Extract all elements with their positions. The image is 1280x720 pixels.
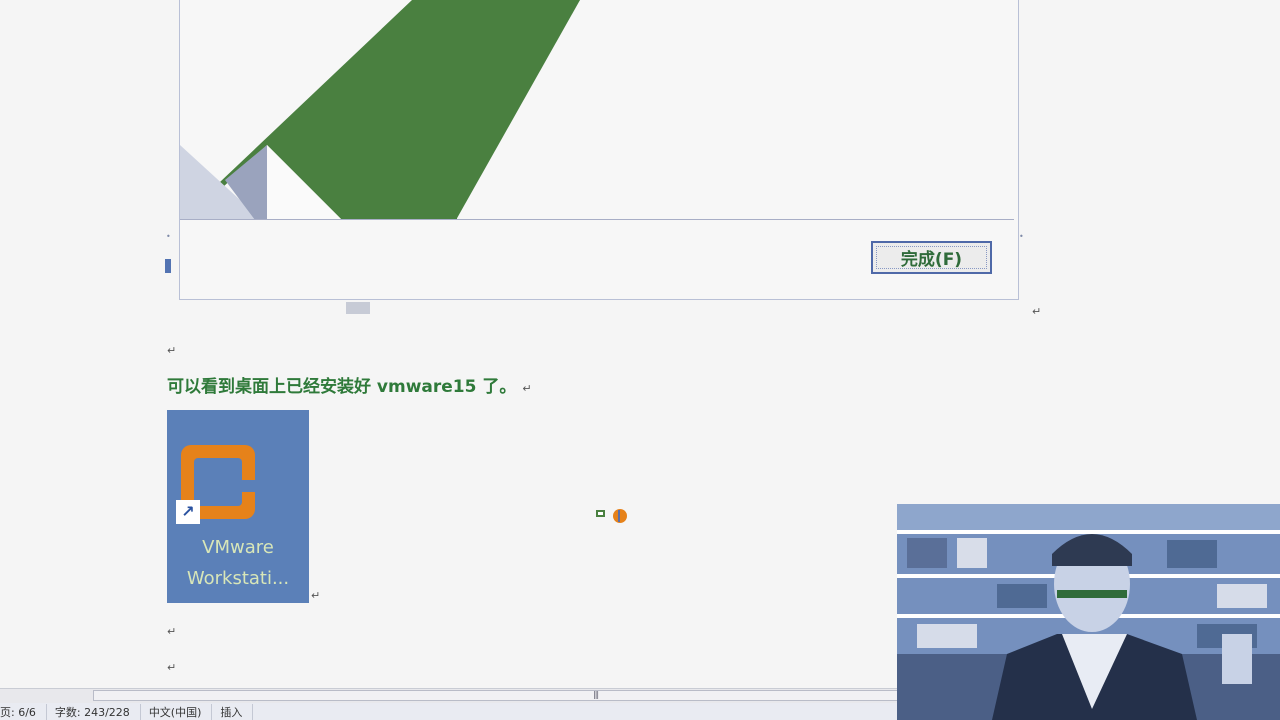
finish-button[interactable]: 完成(F)	[871, 241, 992, 274]
horizontal-scrollbar[interactable]: |||	[0, 688, 900, 703]
scrollbar-grip-icon: |||	[593, 690, 599, 699]
status-language[interactable]: 中文(中国)	[149, 703, 213, 720]
installer-divider	[180, 219, 1014, 220]
presenter-video	[897, 504, 1280, 720]
input-method-icon[interactable]	[595, 508, 631, 526]
webcam-overlay	[897, 504, 1280, 720]
paragraph-mark: ↵	[167, 661, 177, 674]
desktop-icon-label-line1: VMware	[202, 537, 274, 558]
document-paragraph[interactable]: 可以看到桌面上已经安装好 vmware15 了。 ↵	[167, 372, 532, 397]
status-insert-mode[interactable]: 插入	[220, 703, 254, 720]
paragraph-mark: ↵	[1032, 305, 1042, 318]
crop-marker: •	[1019, 232, 1024, 241]
paragraph-mark: ↵	[522, 382, 532, 395]
shortcut-arrow-icon: ↗	[176, 500, 200, 524]
paragraph-mark: ↵	[311, 589, 321, 602]
paragraph-mark: ↵	[167, 344, 177, 357]
paragraph-mark: ↵	[167, 625, 177, 638]
installer-banner-art	[180, 0, 580, 220]
status-word-count[interactable]: 字数: 243/228	[55, 703, 141, 720]
desktop-screenshot[interactable]: ↗ VMware Workstati...	[167, 410, 309, 603]
crop-marker: •	[166, 232, 171, 241]
status-bar: 页: 6/6 字数: 243/228 中文(中国) 插入	[0, 703, 900, 720]
installer-screenshot[interactable]: 完成(F)	[179, 0, 1019, 300]
scrollbar-thumb[interactable]	[93, 690, 900, 701]
desktop-icon-label-line2: Workstati...	[186, 568, 290, 589]
status-page[interactable]: 页: 6/6	[0, 703, 47, 720]
image-resize-handle-bottom[interactable]	[346, 302, 370, 314]
desktop-icon-label[interactable]: VMware Workstati...	[167, 532, 309, 594]
image-resize-handle-left[interactable]	[165, 255, 175, 277]
paragraph-text: 可以看到桌面上已经安装好 vmware15 了。	[167, 377, 517, 397]
